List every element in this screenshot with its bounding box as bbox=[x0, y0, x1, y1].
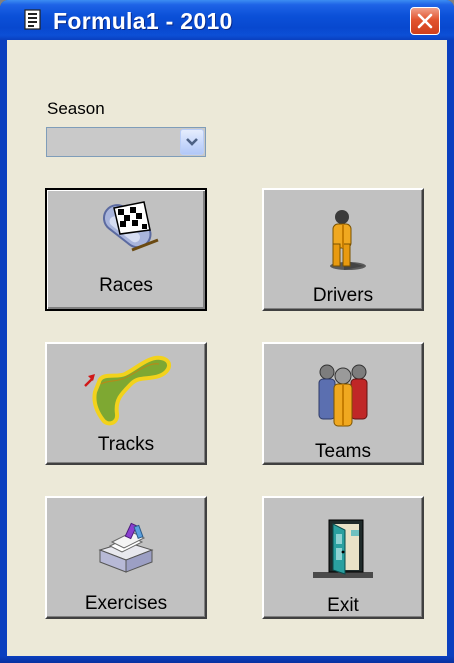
exit-door-icon bbox=[313, 519, 373, 578]
races-label: Races bbox=[99, 275, 153, 296]
exit-button[interactable]: Exit bbox=[262, 496, 424, 619]
checkered-flag-icon bbox=[102, 201, 159, 252]
title-bar[interactable]: Formula1 - 2010 bbox=[0, 0, 454, 40]
tracks-button[interactable]: Tracks bbox=[45, 342, 207, 465]
close-icon bbox=[417, 13, 433, 29]
driver-person-icon bbox=[330, 210, 366, 270]
close-button[interactable] bbox=[410, 7, 440, 35]
window-bottom-border bbox=[0, 656, 454, 663]
exercises-label: Exercises bbox=[84, 593, 168, 614]
exit-label: Exit bbox=[327, 595, 359, 616]
app-window: Formula1 - 2010 Season Races Drivers Tra… bbox=[0, 0, 454, 663]
team-people-icon bbox=[318, 364, 368, 427]
window-client-area: Season Races Drivers Tracks Teams Exerci… bbox=[7, 40, 447, 656]
tracks-label: Tracks bbox=[97, 434, 155, 455]
exercise-tray-icon bbox=[98, 522, 154, 573]
chevron-down-icon bbox=[186, 138, 198, 146]
season-label: Season bbox=[47, 99, 105, 118]
window-title: Formula1 - 2010 bbox=[53, 8, 233, 34]
exercises-button[interactable]: Exercises bbox=[45, 496, 207, 619]
season-dropdown[interactable] bbox=[46, 127, 206, 157]
drivers-label: Drivers bbox=[312, 285, 374, 306]
season-dropdown-button[interactable] bbox=[180, 129, 204, 155]
track-map-icon bbox=[84, 355, 171, 426]
document-icon bbox=[24, 9, 42, 31]
drivers-button[interactable]: Drivers bbox=[262, 188, 424, 311]
teams-button[interactable]: Teams bbox=[262, 342, 424, 465]
teams-label: Teams bbox=[315, 441, 371, 462]
races-button[interactable]: Races bbox=[45, 188, 207, 311]
